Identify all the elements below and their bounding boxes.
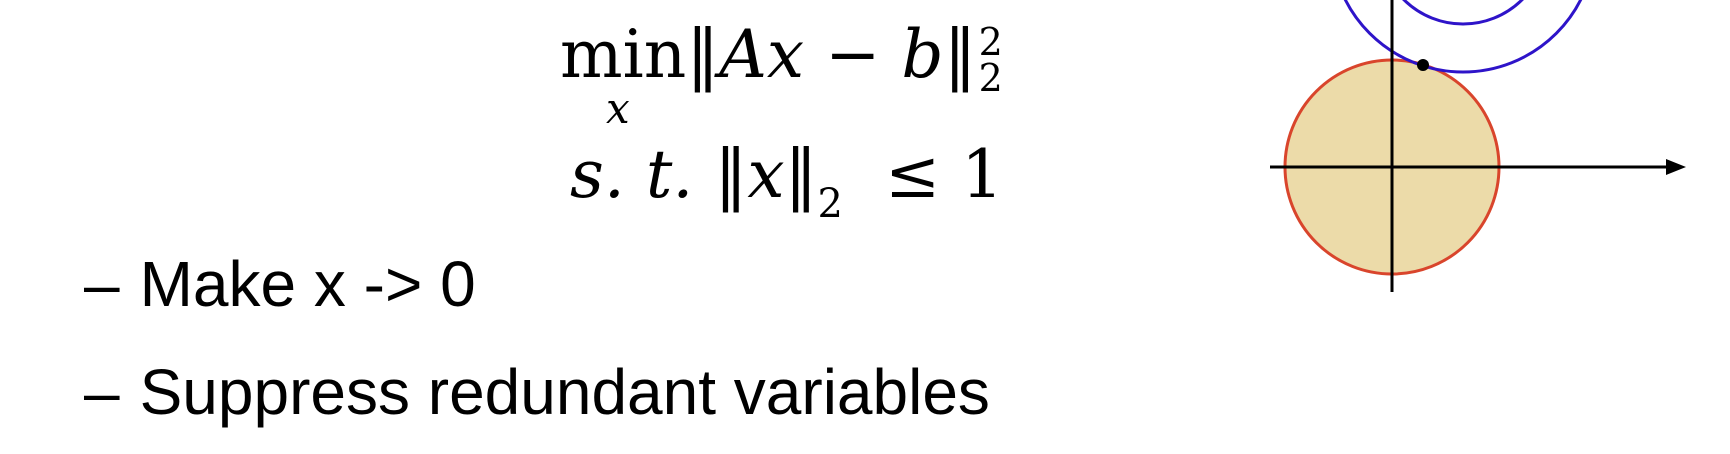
- norm-close: ‖: [943, 16, 977, 93]
- norm-superscript: 2: [978, 19, 1003, 64]
- norm-subscript: 2: [978, 56, 1003, 100]
- min-subscript: x: [606, 84, 630, 133]
- norm-indices: 22: [978, 19, 1003, 100]
- norm-open: ‖: [686, 16, 720, 93]
- constraint-prefix: s. t.: [570, 136, 715, 213]
- min-operator: min x: [560, 16, 687, 133]
- l2-constraint-diagram: [1270, 0, 1686, 292]
- optimal-point: [1417, 59, 1429, 71]
- constraint-subscript: 2: [817, 181, 843, 227]
- bullet-text: Suppress redundant variables: [139, 356, 990, 428]
- constraint-norm-open: ‖: [714, 136, 748, 213]
- bullet-text: Make x -> 0: [139, 248, 476, 320]
- objective-contour-inner: [1402, 0, 1524, 26]
- bullet-dash: –: [84, 356, 120, 428]
- constraint-norm-close: ‖: [784, 136, 818, 213]
- residual-expression: Ax − b: [719, 16, 944, 93]
- constraint-relation: ≤ 1: [884, 136, 1004, 213]
- bullet-item: – Make x -> 0: [84, 252, 476, 316]
- bullet-dash: –: [84, 248, 120, 320]
- x-axis-arrowhead: [1666, 159, 1686, 175]
- constraint-formula: s. t. ‖x‖2 ≤ 1: [570, 142, 1003, 225]
- constraint-variable: x: [747, 136, 785, 213]
- objective-formula: min x ‖Ax − b‖ 2 2: [560, 16, 1003, 133]
- bullet-item: – Suppress redundant variables: [84, 360, 990, 424]
